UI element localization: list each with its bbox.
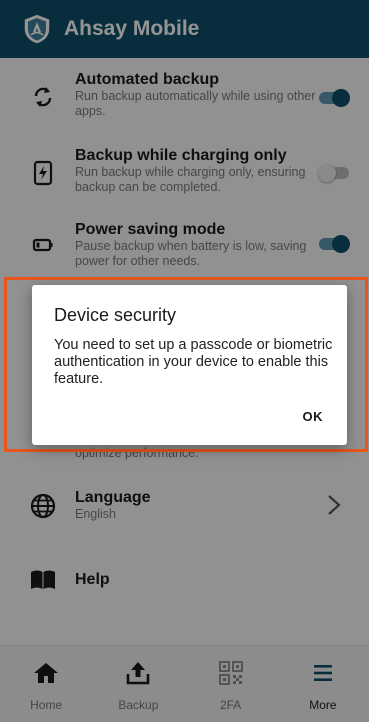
device-security-dialog: Device security You need to set up a pas… [32,285,347,445]
dialog-title: Device security [54,305,177,325]
dialog-message: You need to set up a passcode or biometr… [54,337,333,387]
ok-button[interactable]: OK [303,409,324,424]
